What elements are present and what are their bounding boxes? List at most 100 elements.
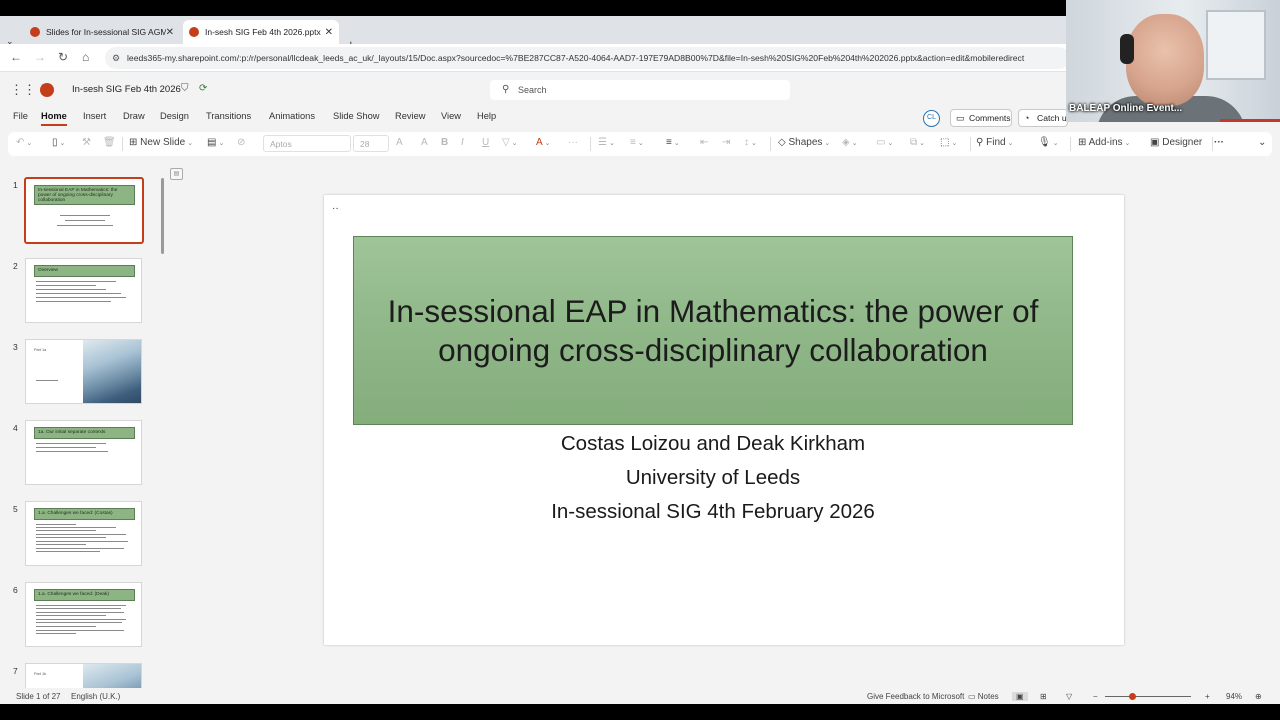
comments-button[interactable]: ▭ Comments bbox=[950, 109, 1012, 127]
numbering-icon[interactable]: ≡ ⌄ bbox=[630, 137, 644, 148]
thumbnail-scrollbar[interactable] bbox=[161, 178, 164, 254]
tab-transitions[interactable]: Transitions bbox=[206, 111, 251, 121]
tab-home[interactable]: Home bbox=[41, 111, 67, 126]
new-slide-button[interactable]: ⊞ New Slide ⌄ bbox=[129, 137, 193, 148]
bullets-icon[interactable]: ☰ ⌄ bbox=[598, 137, 615, 148]
document-title[interactable]: In-sesh SIG Feb 4th 2026 bbox=[72, 84, 181, 95]
shapes-button[interactable]: ◇ Shapes ⌄ bbox=[778, 137, 830, 148]
slide-thumbnail-2[interactable]: Overview bbox=[25, 258, 142, 323]
reading-view-icon[interactable]: ▽ bbox=[1066, 692, 1072, 701]
zoom-slider[interactable] bbox=[1105, 696, 1191, 697]
zoom-in-icon[interactable]: + bbox=[1205, 692, 1210, 701]
grow-font-icon[interactable]: A bbox=[396, 137, 403, 148]
thumbnail-text-line bbox=[36, 541, 128, 543]
search-icon: ⚲ bbox=[502, 84, 510, 95]
slide-event[interactable]: In-sessional SIG 4th February 2026 bbox=[353, 500, 1073, 524]
undo-icon[interactable]: ↶ ⌄ bbox=[16, 137, 32, 148]
coauthor-avatar[interactable]: CL bbox=[923, 110, 940, 127]
site-info-icon[interactable]: ⚙ bbox=[112, 47, 120, 69]
find-button[interactable]: ⚲ Find ⌄ bbox=[976, 137, 1013, 148]
tab-animations[interactable]: Animations bbox=[269, 111, 315, 121]
slide-thumbnail-1[interactable]: In-sessional EAP in Mathematics: the pow… bbox=[24, 177, 144, 244]
clipboard-paste-icon[interactable]: ▯ ⌄ bbox=[52, 137, 65, 148]
thumbnail-text-line bbox=[36, 633, 76, 635]
tab-slide-show[interactable]: Slide Show bbox=[333, 111, 380, 121]
browser-tab-insesh-pptx[interactable]: In-sesh SIG Feb 4th 2026.pptx ✕ bbox=[183, 20, 339, 44]
close-icon[interactable]: ✕ bbox=[325, 27, 333, 38]
more-options-icon[interactable]: ··· bbox=[1214, 137, 1224, 148]
fit-to-window-icon[interactable]: ⊕ bbox=[1255, 692, 1262, 701]
format-painter-icon[interactable]: ⚒ bbox=[82, 137, 91, 148]
slide-university[interactable]: University of Leeds bbox=[353, 466, 1073, 490]
add-ins-button[interactable]: ⊞ Add-ins ⌄ bbox=[1078, 137, 1130, 148]
catch-up-button[interactable]: ◔ Catch up bbox=[1018, 109, 1068, 127]
tab-design[interactable]: Design bbox=[160, 111, 189, 121]
shape-fill-icon[interactable]: ◈ ⌄ bbox=[842, 137, 858, 148]
delete-icon[interactable]: 🗑 bbox=[103, 137, 116, 148]
shrink-font-icon[interactable]: A bbox=[421, 137, 428, 148]
zoom-slider-thumb[interactable] bbox=[1129, 693, 1136, 700]
thumbnail-pane-toggle-icon[interactable]: ▤ bbox=[170, 168, 183, 180]
feedback-link[interactable]: Give Feedback to Microsoft bbox=[867, 692, 964, 701]
slide-thumbnail-6[interactable]: 1.a. Challenges we faced: (Deak) bbox=[25, 582, 142, 647]
slide-title-box[interactable]: In-sessional EAP in Mathematics: the pow… bbox=[353, 236, 1073, 425]
more-font-options-icon[interactable]: ··· bbox=[568, 137, 578, 148]
zoom-out-icon[interactable]: − bbox=[1093, 692, 1098, 701]
tab-insert[interactable]: Insert bbox=[83, 111, 106, 121]
dictate-icon[interactable]: 🎙 ⌄ bbox=[1038, 137, 1059, 148]
slide-thumbnail-3[interactable]: Part 1a bbox=[25, 339, 142, 404]
tab-draw[interactable]: Draw bbox=[123, 111, 145, 121]
slide-thumbnail-5[interactable]: 1.a. Challenges we faced: (Costas) bbox=[25, 501, 142, 566]
new-slide-label: New Slide bbox=[140, 137, 186, 148]
zoom-level[interactable]: 94% bbox=[1226, 692, 1242, 701]
saved-status-icon[interactable]: ⟳ bbox=[199, 83, 207, 94]
close-icon[interactable]: ✕ bbox=[166, 27, 174, 38]
line-spacing-icon[interactable]: ↕ ⌄ bbox=[744, 137, 757, 148]
designer-button[interactable]: ▣ Designer bbox=[1150, 137, 1202, 148]
font-color-icon[interactable]: A ⌄ bbox=[536, 137, 551, 148]
find-label: Find bbox=[986, 137, 1006, 148]
quick-styles-icon[interactable]: ⬚ ⌄ bbox=[940, 137, 957, 148]
font-family-value: Aptos bbox=[270, 139, 292, 149]
slide-canvas[interactable]: ·· In-sessional EAP in Mathematics: the … bbox=[324, 195, 1124, 645]
align-icon[interactable]: ≡ ⌄ bbox=[666, 137, 680, 148]
thumbnail-text-line bbox=[36, 380, 58, 381]
webcam-participant-label: BALEAP Online Event... bbox=[1069, 103, 1183, 114]
forward-icon[interactable]: → bbox=[34, 50, 46, 64]
slide-thumbnail-7[interactable]: Part 1b bbox=[25, 663, 142, 688]
slide-authors[interactable]: Costas Loizou and Deak Kirkham bbox=[353, 432, 1073, 456]
shape-outline-icon[interactable]: ▭ ⌄ bbox=[876, 137, 893, 148]
tab-file[interactable]: File bbox=[13, 111, 28, 121]
italic-icon[interactable]: I bbox=[461, 137, 464, 148]
collapse-ribbon-icon[interactable]: ⌄ bbox=[1258, 137, 1266, 148]
browser-tab-agm-slides[interactable]: Slides for In-sessional SIG AGM ✕ bbox=[24, 20, 180, 44]
arrange-icon[interactable]: ⧉ ⌄ bbox=[910, 137, 925, 148]
back-icon[interactable]: ← bbox=[10, 50, 22, 64]
layout-icon[interactable]: ▤ ⌄ bbox=[207, 137, 224, 148]
underline-icon[interactable]: U bbox=[482, 137, 489, 148]
normal-view-icon[interactable]: ▣ bbox=[1012, 692, 1028, 701]
font-family-select[interactable]: Aptos bbox=[263, 135, 351, 152]
increase-indent-icon[interactable]: ⇥ bbox=[722, 137, 730, 148]
highlight-icon[interactable]: ▽ ⌄ bbox=[502, 137, 518, 148]
tab-help[interactable]: Help bbox=[477, 111, 496, 121]
thumbnail-text-line bbox=[36, 608, 121, 610]
search-input[interactable]: ⚲ Search bbox=[490, 80, 790, 100]
notes-button[interactable]: ▭ Notes bbox=[968, 692, 999, 701]
decrease-indent-icon[interactable]: ⇤ bbox=[700, 137, 708, 148]
tab-view[interactable]: View bbox=[441, 111, 461, 121]
url-field[interactable]: ⚙ leeds365-my.sharepoint.com/:p:/r/perso… bbox=[105, 47, 1070, 69]
slide-sorter-icon[interactable]: ⊞ bbox=[1040, 692, 1047, 701]
slide-counter: Slide 1 of 27 bbox=[16, 692, 61, 701]
font-size-select[interactable]: 28 bbox=[353, 135, 389, 152]
slide-thumbnail-4[interactable]: 1a. Our initial separate contexts bbox=[25, 420, 142, 485]
home-icon[interactable]: ⌂ bbox=[82, 50, 89, 64]
hide-slide-icon[interactable]: ⊘ bbox=[237, 137, 245, 148]
bold-icon[interactable]: B bbox=[441, 137, 448, 148]
powerpoint-logo-icon[interactable] bbox=[40, 83, 54, 97]
language-indicator[interactable]: English (U.K.) bbox=[71, 692, 120, 701]
tab-review[interactable]: Review bbox=[395, 111, 425, 121]
reload-icon[interactable]: ↻ bbox=[58, 50, 68, 64]
thumbnail-title: 1.a. Challenges we faced: (Costas) bbox=[34, 508, 135, 520]
sensitivity-shield-icon[interactable]: ⛉ bbox=[181, 83, 189, 94]
